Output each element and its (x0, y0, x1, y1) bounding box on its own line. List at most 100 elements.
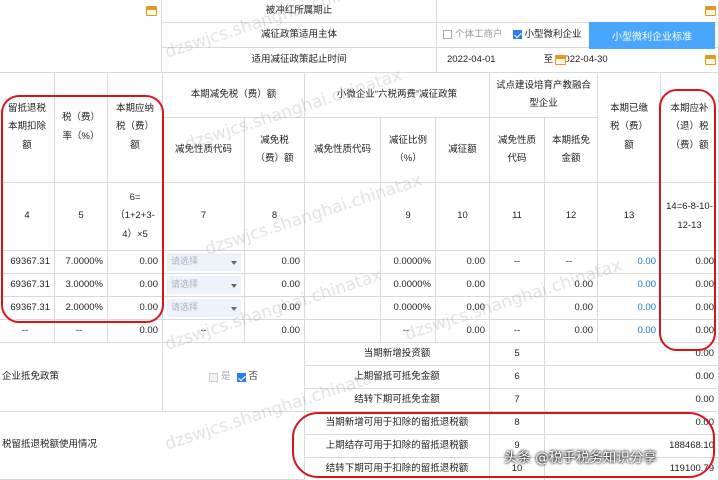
index-4: 4 (0, 183, 55, 251)
offset-line-label: 结转下期可抵免金额 (305, 389, 490, 412)
table-cell-c12: 0.00 (545, 274, 598, 297)
table-cell-c5: 7.0000% (55, 251, 108, 274)
index-11: 11 (490, 183, 545, 251)
table-cell-c9code (305, 251, 381, 274)
index-6: 6=（1+2+3-4）×5 (108, 183, 163, 251)
checkbox-individual[interactable] (443, 30, 452, 40)
table-cell-c4: 69367.31 (0, 251, 55, 274)
checkbox-small[interactable] (512, 30, 522, 40)
table-cell-c9code (305, 297, 381, 320)
index-7: 7 (163, 183, 245, 251)
table-cell-c9: 0.0000% (381, 251, 436, 274)
table-cell-c14: 0.00 (661, 297, 719, 320)
table-cell-c14: 0.00 (661, 274, 719, 297)
date-end[interactable]: 2022-04-30 (559, 51, 608, 69)
index-5: 5 (55, 183, 108, 251)
table-cell-c13[interactable]: 0.00 (598, 274, 661, 297)
table-cell-c13[interactable]: 0.00 (598, 251, 661, 274)
credit-line-value[interactable]: 0.00 (545, 412, 719, 435)
table-cell-c11 (490, 274, 545, 297)
date-start[interactable]: 2022-04-01 (447, 51, 496, 69)
col-header-4: 留抵退税本期扣除额 (0, 73, 55, 183)
subject-label: 减征政策适用主体 (162, 23, 437, 48)
table-cell-c7: 请选择 (163, 297, 245, 320)
offset-line-num: 7 (490, 389, 545, 412)
index-10: 10 (436, 183, 490, 251)
table-cell-c9code (305, 320, 381, 343)
group-reduce: 本期减免税（费）额 (163, 73, 305, 118)
table-cell-c10: 0.00 (436, 251, 490, 274)
offset-line-num: 6 (490, 366, 545, 389)
reduction-code-select[interactable]: 请选择 (167, 253, 241, 271)
table-cell-c6: 0.00 (108, 297, 163, 320)
col-header-5: 税（费）率（%） (55, 73, 108, 183)
table-cell-c11: -- (490, 251, 545, 274)
table-cell-c4: -- (0, 320, 55, 343)
reduction-code-select[interactable]: 请选择 (167, 276, 241, 294)
col-header-14: 本期应补（退）税（费）额 (661, 73, 719, 183)
chevron-down-icon (231, 284, 237, 288)
table-cell-c8: 0.00 (245, 274, 305, 297)
col-header-11: 减免性质代码 (490, 118, 545, 183)
table-cell-c10: 0.00 (436, 274, 490, 297)
table-cell-c7: -- (163, 320, 245, 343)
calendar-icon[interactable] (705, 6, 716, 16)
index-8: 8 (245, 183, 305, 251)
table-cell-c10: 0.00 (436, 297, 490, 320)
offset-section-label: 企业抵免政策 (0, 343, 163, 412)
table-cell-c4: 69367.31 (0, 274, 55, 297)
chevron-down-icon (231, 261, 237, 265)
col-header-9-code: 减免性质代码 (305, 118, 381, 183)
col-header-9: 减征比例（%） (381, 118, 436, 183)
table-cell-c14: 0.00 (661, 320, 719, 343)
index-9: 9 (381, 183, 436, 251)
offset-line-label: 当期新增投资额 (305, 343, 490, 366)
table-cell-c14: 0.00 (661, 251, 719, 274)
table-cell-c5: -- (55, 320, 108, 343)
credit-section-label: 税留抵退税额使用情况 (0, 412, 305, 480)
table-cell-c7: 请选择 (163, 251, 245, 274)
header-left-blank-2 (0, 23, 162, 73)
col-header-13: 本期已缴税（费）额 (598, 73, 661, 183)
calendar-icon[interactable] (555, 55, 566, 65)
table-cell-c4: 69367.31 (0, 297, 55, 320)
group-six: 小微企业“六税两费”减征政策 (305, 73, 490, 118)
period-value[interactable] (437, 0, 719, 23)
option-small[interactable]: 小型微利企业 (512, 26, 582, 44)
date-to: 至 (543, 53, 554, 65)
table-cell-c8: 0.00 (245, 297, 305, 320)
table-cell-c7: 请选择 (163, 274, 245, 297)
table-cell-c9: 0.0000% (381, 297, 436, 320)
calendar-icon[interactable] (705, 55, 716, 65)
table-cell-c13[interactable]: 0.00 (598, 297, 661, 320)
index-14: 14=6-8-10-12-13 (661, 183, 719, 251)
credit-line-label: 结转下期可用于扣除的留抵退税额 (305, 458, 490, 480)
offset-yes-no: 是 否 (163, 343, 305, 412)
credit-line-num: 8 (490, 412, 545, 435)
table-cell-c12: 0.00 (545, 320, 598, 343)
offset-line-value[interactable]: 0.00 (545, 389, 719, 412)
table-cell-c6: 0.00 (108, 320, 163, 343)
reduction-code-select[interactable]: 请选择 (167, 299, 241, 317)
option-individual[interactable]: 个体工商户 (443, 26, 503, 44)
chevron-down-icon (231, 307, 237, 311)
offset-line-value[interactable]: 0.00 (545, 366, 719, 389)
table-cell-c10: 0.00 (436, 320, 490, 343)
offset-line-num: 5 (490, 343, 545, 366)
offset-line-value[interactable]: 0.00 (545, 343, 719, 366)
table-cell-c9code (305, 274, 381, 297)
period-label: 被冲红所属期止 (162, 0, 437, 23)
table-cell-c11: -- (490, 320, 545, 343)
header-left-blank (0, 0, 162, 23)
table-cell-c9: 0.0000% (381, 274, 436, 297)
index-13: 13 (598, 183, 661, 251)
small-standard-button[interactable]: 小型微利企业标准 (589, 22, 715, 49)
checkbox-yes[interactable] (208, 372, 218, 382)
calendar-icon[interactable] (146, 6, 157, 16)
offset-line-label: 上期留抵可抵免金额 (305, 366, 490, 389)
checkbox-no[interactable] (236, 372, 246, 382)
table-cell-c11 (490, 297, 545, 320)
table-cell-c6: 0.00 (108, 274, 163, 297)
table-cell-c13[interactable]: 0.00 (598, 320, 661, 343)
table-cell-c6: 0.00 (108, 251, 163, 274)
